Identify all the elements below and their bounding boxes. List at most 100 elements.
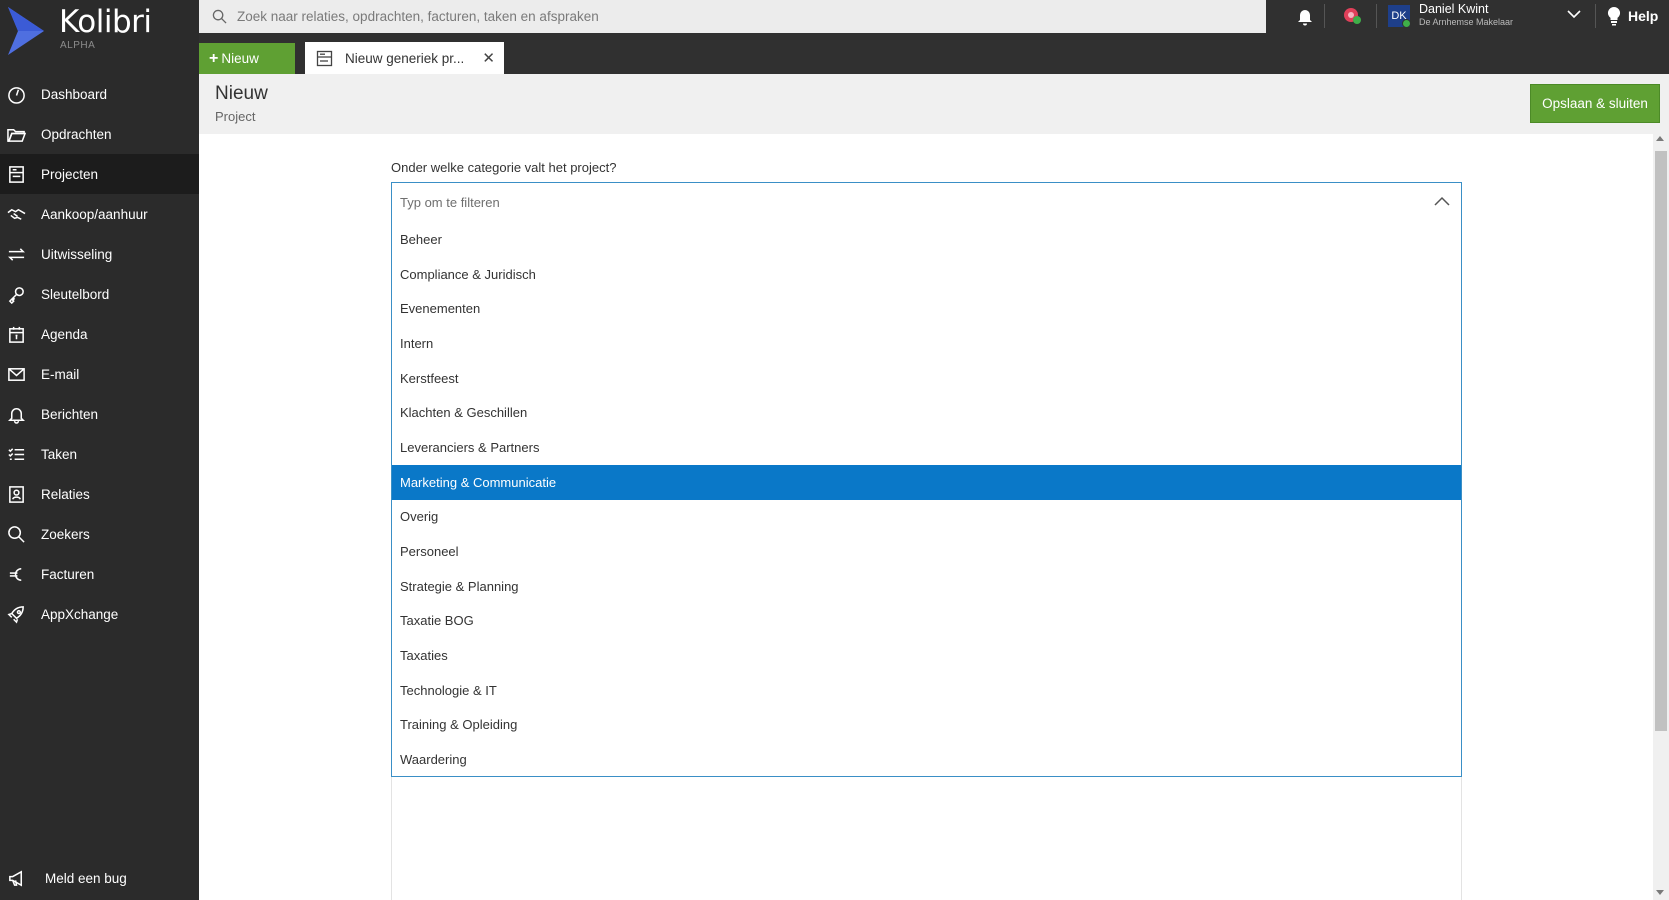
project-document-icon xyxy=(316,50,333,66)
rocket-icon xyxy=(6,604,26,624)
global-search-input[interactable] xyxy=(237,9,1137,24)
kolibri-logo-icon xyxy=(8,7,44,55)
sidebar-item-sleutelbord[interactable]: Sleutelbord xyxy=(0,274,199,314)
sidebar-item-label: AppXchange xyxy=(41,606,119,622)
global-search xyxy=(199,0,1266,33)
sidebar-item-berichten[interactable]: Berichten xyxy=(0,394,199,434)
dropdown-option[interactable]: Evenementen xyxy=(392,291,1461,326)
new-button-label: Nieuw xyxy=(221,51,259,66)
key-icon xyxy=(6,284,26,304)
new-button[interactable]: + Nieuw xyxy=(199,43,295,74)
topbar-separator xyxy=(1595,4,1596,28)
search-icon xyxy=(6,524,26,544)
sidebar-item-label: Zoekers xyxy=(41,526,90,542)
dashboard-icon xyxy=(6,84,26,104)
brand-sub: ALPHA xyxy=(60,40,96,51)
lightbulb-icon xyxy=(1607,6,1621,26)
report-bug-link[interactable]: Meld een bug xyxy=(6,868,127,888)
sidebar-item-uitwisseling[interactable]: Uitwisseling xyxy=(0,234,199,274)
euro-icon xyxy=(6,564,26,584)
sidebar-item-label: E-mail xyxy=(41,366,80,382)
plus-icon: + xyxy=(209,49,219,67)
calendar-icon xyxy=(6,324,26,344)
brand[interactable]: Kolibri ALPHA xyxy=(0,0,199,72)
category-dropdown-list: Beheer Compliance & Juridisch Evenemente… xyxy=(391,221,1462,777)
topbar: DK Daniel Kwint De Arnhemse Makelaar Hel… xyxy=(199,0,1669,74)
tab-new-generic-project[interactable]: Nieuw generiek pr... ✕ xyxy=(305,42,504,74)
chevron-up-icon[interactable] xyxy=(1433,195,1451,209)
search-icon xyxy=(212,9,227,24)
help-label: Help xyxy=(1628,8,1659,24)
user-organization: De Arnhemse Makelaar xyxy=(1419,17,1514,27)
scrollbar-thumb[interactable] xyxy=(1655,151,1667,731)
help-button[interactable]: Help xyxy=(1607,6,1658,26)
dropdown-option[interactable]: Waardering xyxy=(392,742,1461,777)
sidebar-item-email[interactable]: E-mail xyxy=(0,354,199,394)
dropdown-option[interactable]: Compliance & Juridisch xyxy=(392,257,1461,292)
online-status-dot xyxy=(1402,19,1411,28)
save-and-close-button[interactable]: Opslaan & sluiten xyxy=(1530,84,1660,123)
category-select[interactable] xyxy=(391,182,1462,222)
sidebar-item-label: Uitwisseling xyxy=(41,246,113,262)
user-name[interactable]: Daniel Kwint xyxy=(1419,2,1488,16)
sidebar-item-opdrachten[interactable]: Opdrachten xyxy=(0,114,199,154)
sidebar-item-label: Opdrachten xyxy=(41,126,112,142)
topbar-separator xyxy=(1324,4,1325,28)
dropdown-option[interactable]: Personeel xyxy=(392,534,1461,569)
sidebar-item-label: Facturen xyxy=(41,566,95,582)
tab-label: Nieuw generiek pr... xyxy=(345,50,465,66)
sidebar-item-facturen[interactable]: Facturen xyxy=(0,554,199,594)
sidebar-item-label: Relaties xyxy=(41,486,90,502)
page-header: Nieuw Project Opslaan & sluiten xyxy=(199,74,1669,134)
mail-icon xyxy=(6,364,26,384)
dropdown-option[interactable]: Beheer xyxy=(392,222,1461,257)
handshake-icon xyxy=(6,204,26,224)
sidebar-item-label: Aankoop/aanhuur xyxy=(41,206,148,222)
contact-icon xyxy=(6,484,26,504)
sidebar: Kolibri ALPHA Dashboard Opdrachten Proje… xyxy=(0,0,199,900)
report-bug-label: Meld een bug xyxy=(45,870,127,886)
dropdown-option[interactable]: Strategie & Planning xyxy=(392,569,1461,604)
dropdown-option[interactable]: Technologie & IT xyxy=(392,673,1461,708)
sidebar-item-relaties[interactable]: Relaties xyxy=(0,474,199,514)
sidebar-item-agenda[interactable]: Agenda xyxy=(0,314,199,354)
topbar-separator xyxy=(1376,4,1377,28)
dropdown-option[interactable]: Training & Opleiding xyxy=(392,708,1461,743)
page-title: Nieuw xyxy=(215,83,268,104)
brand-name: Kolibri xyxy=(59,4,152,40)
dropdown-option[interactable]: Taxaties xyxy=(392,638,1461,673)
close-icon[interactable]: ✕ xyxy=(482,49,495,67)
sidebar-item-label: Taken xyxy=(41,446,78,462)
sidebar-item-appxchange[interactable]: AppXchange xyxy=(0,594,199,634)
scroll-up-arrow-icon[interactable] xyxy=(1656,136,1664,141)
exchange-icon xyxy=(6,244,26,264)
sidebar-item-zoekers[interactable]: Zoekers xyxy=(0,514,199,554)
dropdown-option[interactable]: Kerstfeest xyxy=(392,361,1461,396)
sidebar-item-label: Dashboard xyxy=(41,86,108,102)
sidebar-item-label: Sleutelbord xyxy=(41,286,110,302)
dropdown-option[interactable]: Leveranciers & Partners xyxy=(392,430,1461,465)
category-filter-input[interactable] xyxy=(392,194,1392,210)
projects-icon xyxy=(6,164,26,184)
sidebar-item-label: Berichten xyxy=(41,406,99,422)
dropdown-option-selected[interactable]: Marketing & Communicatie xyxy=(392,464,1461,500)
megaphone-icon xyxy=(6,868,26,888)
dropdown-option[interactable]: Intern xyxy=(392,326,1461,361)
status-indicator-icon[interactable] xyxy=(1342,6,1364,26)
folder-open-icon xyxy=(6,124,26,144)
dropdown-option[interactable]: Taxatie BOG xyxy=(392,604,1461,639)
tasks-icon xyxy=(6,444,26,464)
page-subtitle: Project xyxy=(215,109,256,124)
scroll-down-arrow-icon[interactable] xyxy=(1656,890,1664,895)
sidebar-item-taken[interactable]: Taken xyxy=(0,434,199,474)
dropdown-option[interactable]: Overig xyxy=(392,500,1461,535)
sidebar-nav: Dashboard Opdrachten Projecten Aankoop/a… xyxy=(0,74,199,634)
sidebar-item-projecten[interactable]: Projecten xyxy=(0,154,199,194)
sidebar-item-label: Projecten xyxy=(41,166,99,182)
sidebar-item-dashboard[interactable]: Dashboard xyxy=(0,74,199,114)
dropdown-option[interactable]: Klachten & Geschillen xyxy=(392,395,1461,430)
sidebar-item-label: Agenda xyxy=(41,326,88,342)
notifications-bell-icon[interactable] xyxy=(1296,6,1314,26)
sidebar-item-aankoop[interactable]: Aankoop/aanhuur xyxy=(0,194,199,234)
chevron-down-icon[interactable] xyxy=(1566,8,1582,20)
